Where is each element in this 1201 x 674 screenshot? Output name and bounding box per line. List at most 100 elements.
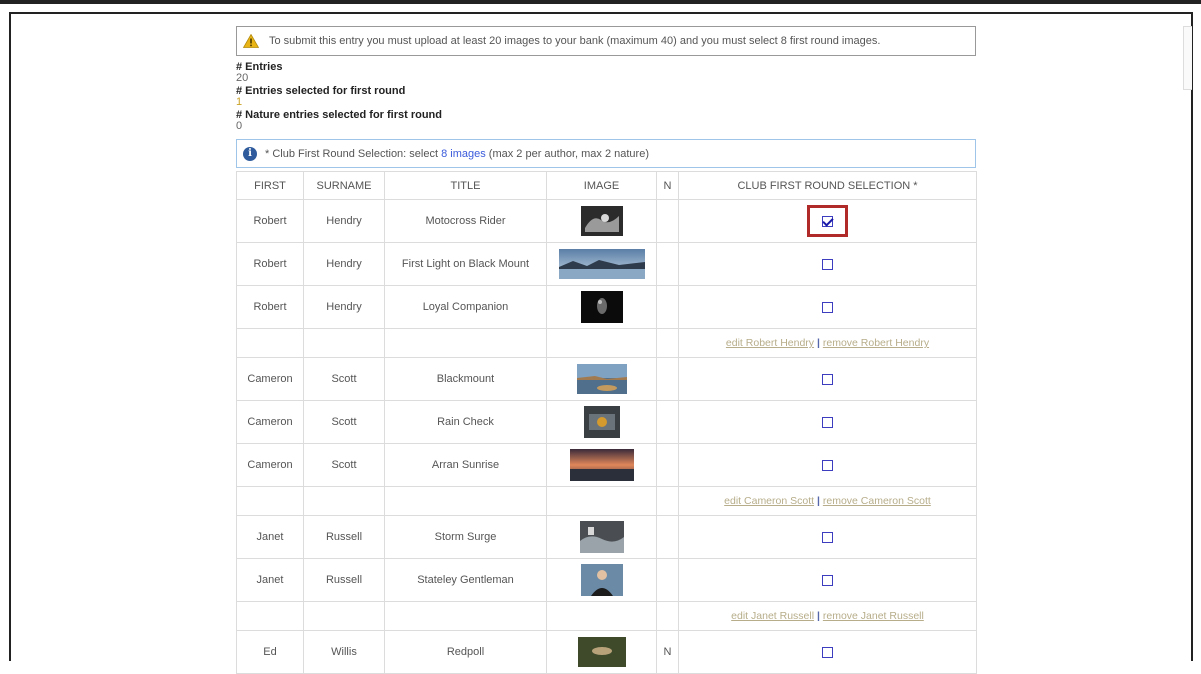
cell-nature (656, 515, 679, 559)
selection-checkbox[interactable] (822, 416, 833, 428)
separator: | (816, 495, 820, 507)
cell-surname: Willis (303, 630, 385, 674)
thumbnail-image[interactable] (569, 449, 634, 481)
table-row: Cameron Scott Rain Check (236, 400, 977, 444)
stat-nature-value: 0 (236, 120, 243, 132)
top-bar (0, 0, 1201, 4)
cell-surname: Hendry (303, 199, 385, 243)
table-row: Cameron Scott Arran Sunrise (236, 443, 977, 487)
table-row: Robert Hendry Motocross Rider (236, 199, 977, 243)
header-nature: N (656, 171, 679, 200)
selection-checkbox[interactable] (822, 373, 833, 385)
separator: | (816, 337, 820, 349)
selection-checkbox[interactable] (822, 574, 833, 586)
selection-checkbox[interactable] (822, 301, 833, 313)
cell-first: Cameron (236, 400, 304, 444)
cell-title: First Light on Black Mount (384, 242, 547, 286)
header-selection: CLUB FIRST ROUND SELECTION * (678, 171, 977, 200)
cell-nature (656, 357, 679, 401)
selection-checkbox[interactable] (822, 646, 833, 658)
cell-image (546, 630, 657, 674)
cell-selection (678, 515, 977, 559)
selection-checkbox[interactable] (822, 215, 833, 227)
separator: | (816, 610, 820, 622)
edit-author-link[interactable]: edit Cameron Scott (724, 495, 814, 507)
cell-selection (678, 285, 977, 329)
author-actions-row: edit Janet Russell | remove Janet Russel… (236, 601, 977, 631)
stat-first-round-label: # Entries selected for first round (236, 85, 406, 97)
thumbnail-image[interactable] (558, 249, 645, 279)
stat-first-round-value: 1 (236, 96, 243, 108)
frame-left (9, 12, 11, 661)
thumbnail-image[interactable] (580, 291, 623, 323)
edit-author-link[interactable]: edit Robert Hendry (726, 337, 814, 349)
thumbnail-image[interactable] (579, 521, 624, 553)
author-actions: edit Cameron Scott | remove Cameron Scot… (678, 486, 977, 516)
cell-selection (678, 630, 977, 674)
info-images-link[interactable]: 8 images (441, 148, 486, 160)
entries-table: FIRST SURNAME TITLE IMAGE N CLUB FIRST R… (236, 171, 977, 674)
cell-first: Janet (236, 558, 304, 602)
cell-title: Blackmount (384, 357, 547, 401)
cell-nature (656, 199, 679, 243)
cell-title: Stateley Gentleman (384, 558, 547, 602)
cell-image (546, 242, 657, 286)
author-actions-row: edit Cameron Scott | remove Cameron Scot… (236, 486, 977, 516)
cell-selection (678, 199, 977, 243)
cell-nature (656, 242, 679, 286)
warning-text: To submit this entry you must upload at … (269, 35, 881, 47)
selection-checkbox[interactable] (822, 459, 833, 471)
selection-highlight (807, 205, 848, 237)
cell-surname: Scott (303, 443, 385, 487)
cell-selection (678, 242, 977, 286)
cell-surname: Scott (303, 357, 385, 401)
table-row: Ed Willis Redpoll N (236, 630, 977, 674)
info-icon: i (243, 146, 257, 161)
selection-checkbox[interactable] (822, 258, 833, 270)
cell-first: Ed (236, 630, 304, 674)
cell-first: Janet (236, 515, 304, 559)
table-row: Robert Hendry Loyal Companion (236, 285, 977, 329)
selection-info: i * Club First Round Selection: select 8… (236, 139, 976, 168)
cell-title: Motocross Rider (384, 199, 547, 243)
cell-selection (678, 443, 977, 487)
author-actions: edit Janet Russell | remove Janet Russel… (678, 601, 977, 631)
cell-image (546, 400, 657, 444)
cell-image (546, 199, 657, 243)
info-prefix: * Club First Round Selection: select (265, 147, 439, 160)
thumbnail-image[interactable] (580, 206, 623, 236)
entry-panel: To submit this entry you must upload at … (236, 26, 977, 674)
remove-author-link[interactable]: remove Robert Hendry (823, 337, 929, 349)
remove-author-link[interactable]: remove Janet Russell (823, 610, 924, 622)
thumbnail-image[interactable] (583, 406, 620, 438)
cell-image (546, 443, 657, 487)
cell-title: Rain Check (384, 400, 547, 444)
cell-nature (656, 558, 679, 602)
scrollbar[interactable] (1183, 26, 1192, 90)
cell-surname: Russell (303, 558, 385, 602)
cell-first: Robert (236, 199, 304, 243)
remove-author-link[interactable]: remove Cameron Scott (823, 495, 931, 507)
cell-title: Arran Sunrise (384, 443, 547, 487)
cell-nature (656, 400, 679, 444)
warning-notice: To submit this entry you must upload at … (236, 26, 976, 56)
selection-checkbox[interactable] (822, 531, 833, 543)
table-row: Robert Hendry First Light on Black Mount (236, 242, 977, 286)
stat-nature-label: # Nature entries selected for first roun… (236, 109, 442, 121)
info-suffix: (max 2 per author, max 2 nature) (488, 147, 649, 160)
cell-nature (656, 285, 679, 329)
cell-title: Redpoll (384, 630, 547, 674)
table-header-row: FIRST SURNAME TITLE IMAGE N CLUB FIRST R… (236, 171, 977, 200)
thumbnail-image[interactable] (576, 364, 627, 394)
cell-image (546, 515, 657, 559)
header-first: FIRST (236, 171, 304, 200)
thumbnail-image[interactable] (580, 564, 623, 596)
cell-image (546, 357, 657, 401)
cell-title: Storm Surge (384, 515, 547, 559)
edit-author-link[interactable]: edit Janet Russell (731, 610, 814, 622)
thumbnail-image[interactable] (577, 637, 626, 667)
stat-entries-value: 20 (236, 72, 249, 84)
cell-nature: N (656, 630, 679, 674)
cell-first: Robert (236, 285, 304, 329)
cell-selection (678, 400, 977, 444)
